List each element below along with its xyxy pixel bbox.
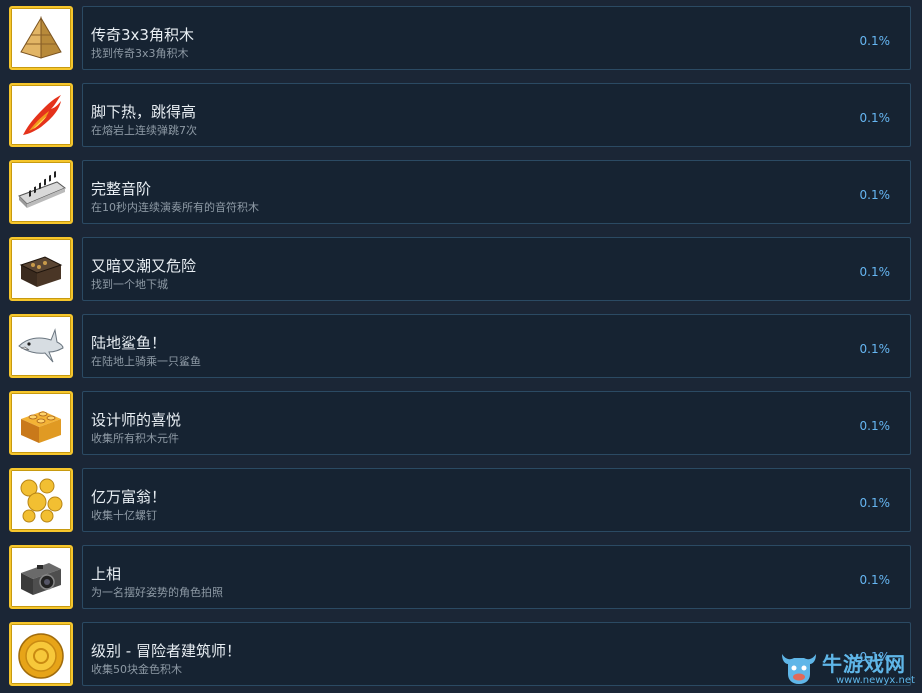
achievement-card: 陆地鲨鱼！ 在陆地上骑乘一只鲨鱼 0.1% [82,314,911,378]
achievement-percent: 0.1% [859,265,891,279]
keyboard-icon [9,160,73,224]
achievement-description: 收集十亿螺钉 [91,509,157,522]
watermark: 牛游戏网 www.newyx.net [778,642,922,692]
achievement-description: 找到一个地下城 [91,278,168,291]
achievement-description: 为一名摆好姿势的角色拍照 [91,586,223,599]
achievement-percent: 0.1% [859,34,891,48]
achievement-card: 完整音阶 在10秒内连续演奏所有的音符积木 0.1% [82,160,911,224]
achievement-percent: 0.1% [859,419,891,433]
gold-coin-icon [9,622,73,686]
achievement-title: 上相 [91,565,122,583]
achievement-row[interactable]: 脚下热，跳得高 在熔岩上连续弹跳7次 0.1% [0,77,922,154]
achievement-title: 又暗又潮又危险 [91,257,197,275]
achievement-row[interactable]: 完整音阶 在10秒内连续演奏所有的音符积木 0.1% [0,154,922,231]
achievement-percent: 0.1% [859,573,891,587]
achievement-row[interactable]: 传奇3x3角积木 找到传奇3x3角积木 0.1% [0,0,922,77]
achievement-percent: 0.1% [859,111,891,125]
achievement-description: 收集所有积木元件 [91,432,179,445]
achievement-title: 设计师的喜悦 [91,411,182,429]
achievement-card: 设计师的喜悦 收集所有积木元件 0.1% [82,391,911,455]
shark-icon [9,314,73,378]
achievement-description: 在熔岩上连续弹跳7次 [91,124,197,137]
achievement-description: 找到传奇3x3角积木 [91,47,189,60]
achievement-description: 在陆地上骑乘一只鲨鱼 [91,355,201,368]
camera-icon [9,545,73,609]
achievement-card: 上相 为一名摆好姿势的角色拍照 0.1% [82,545,911,609]
achievement-card: 又暗又潮又危险 找到一个地下城 0.1% [82,237,911,301]
achievement-percent: 0.1% [859,342,891,356]
achievement-percent: 0.1% [859,188,891,202]
gold-brick-icon [9,391,73,455]
achievement-row[interactable]: 亿万富翁！ 收集十亿螺钉 0.1% [0,462,922,539]
achievement-card: 传奇3x3角积木 找到传奇3x3角积木 0.1% [82,6,911,70]
achievement-title: 亿万富翁！ [91,488,167,506]
dungeon-chest-icon [9,237,73,301]
achievement-row[interactable]: 设计师的喜悦 收集所有积木元件 0.1% [0,385,922,462]
gold-studs-icon [9,468,73,532]
achievement-card: 脚下热，跳得高 在熔岩上连续弹跳7次 0.1% [82,83,911,147]
achievement-row[interactable]: 上相 为一名摆好姿势的角色拍照 0.1% [0,539,922,616]
achievement-title: 级别 - 冒险者建筑师！ [91,642,241,660]
watermark-name: 牛游戏网 [822,652,906,676]
achievement-title: 完整音阶 [91,180,152,198]
achievement-title: 陆地鲨鱼！ [91,334,167,352]
achievement-percent: 0.1% [859,496,891,510]
achievement-card: 亿万富翁！ 收集十亿螺钉 0.1% [82,468,911,532]
achievement-description: 在10秒内连续演奏所有的音符积木 [91,201,259,214]
watermark-url: www.newyx.net [836,675,915,686]
achievement-title: 传奇3x3角积木 [91,26,194,44]
achievement-row[interactable]: 又暗又潮又危险 找到一个地下城 0.1% [0,231,922,308]
achievement-description: 收集50块金色积木 [91,663,182,676]
achievement-title: 脚下热，跳得高 [91,103,197,121]
bull-logo-icon [782,654,816,684]
flame-icon [9,83,73,147]
achievement-row[interactable]: 陆地鲨鱼！ 在陆地上骑乘一只鲨鱼 0.1% [0,308,922,385]
pyramid-brick-icon [9,6,73,70]
